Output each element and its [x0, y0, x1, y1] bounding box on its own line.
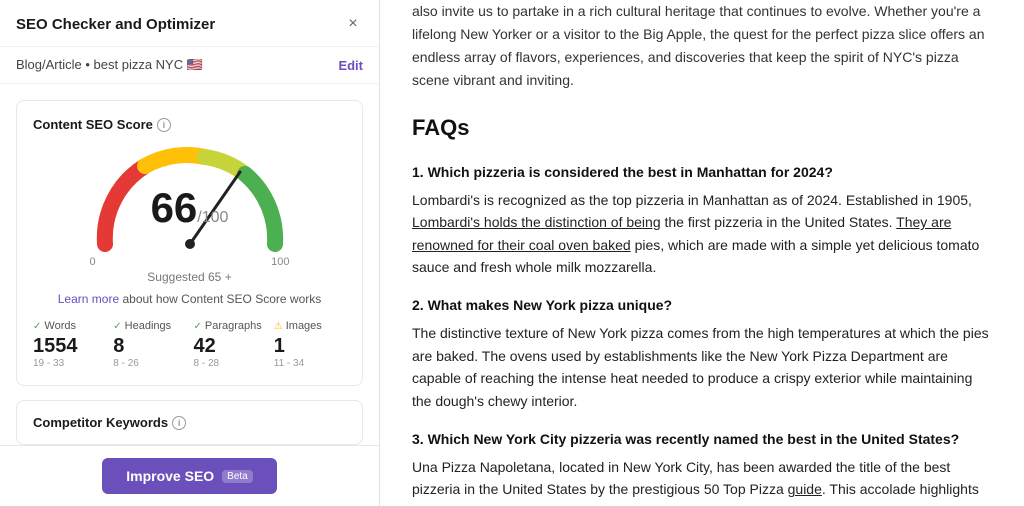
improve-seo-button[interactable]: Improve SEO Beta	[102, 458, 277, 494]
gauge-suggested: Suggested 65 +	[147, 270, 231, 284]
gauge-score-value: 66	[151, 184, 198, 231]
seo-score-section: Content SEO Score i	[16, 100, 363, 386]
faq-question-3: 3. Which New York City pizzeria was rece…	[412, 428, 992, 451]
learn-more-link[interactable]: Learn more	[58, 292, 119, 306]
stat-paragraphs: ✓ Paragraphs 42 8 - 28	[194, 320, 266, 369]
stat-images: ⚠ Images 1 11 - 34	[274, 320, 346, 369]
edit-button[interactable]: Edit	[338, 58, 363, 73]
bottom-bar: Improve SEO Beta	[0, 445, 379, 506]
faq-question-2: 2. What makes New York pizza unique?	[412, 294, 992, 317]
gauge-max-label: 100	[271, 256, 289, 268]
article-intro: also invite us to partake in a rich cult…	[412, 0, 992, 92]
guide-link: guide	[788, 481, 822, 497]
words-range: 19 - 33	[33, 358, 64, 369]
faqs-heading: FAQs	[412, 110, 992, 146]
gauge-container: 66/100 0 100 Suggested 65 + Learn more a…	[33, 144, 346, 306]
faq-answer-3: Una Pizza Napoletana, located in New Yor…	[412, 456, 992, 506]
paragraphs-range: 8 - 28	[194, 358, 220, 369]
images-value: 1	[274, 334, 285, 358]
beta-badge: Beta	[222, 470, 253, 483]
faq-answer-1: Lombardi's is recognized as the top pizz…	[412, 189, 992, 279]
stat-headings: ✓ Headings 8 8 - 26	[113, 320, 185, 369]
lombardi-link-1: Lombardi's holds the distinction of bein…	[412, 214, 661, 230]
faq-item-1: 1. Which pizzeria is considered the best…	[412, 161, 992, 279]
close-button[interactable]: ×	[343, 14, 363, 34]
images-warn-icon: ⚠	[274, 321, 283, 332]
seo-score-label: Content SEO Score i	[33, 117, 346, 132]
paragraphs-value: 42	[194, 334, 216, 358]
images-range: 11 - 34	[274, 358, 304, 369]
stats-grid: ✓ Words 1554 19 - 33 ✓ Headings 8 8 - 26	[33, 320, 346, 369]
headings-check-icon: ✓	[113, 321, 121, 332]
stat-words: ✓ Words 1554 19 - 33	[33, 320, 105, 369]
faq-item-3: 3. Which New York City pizzeria was rece…	[412, 428, 992, 506]
breadcrumb-row: Blog/Article • best pizza NYC 🇺🇸 Edit	[0, 47, 379, 84]
faq-item-2: 2. What makes New York pizza unique? The…	[412, 294, 992, 412]
gauge-learn-more: Learn more about how Content SEO Score w…	[58, 292, 322, 306]
competitor-info-icon[interactable]: i	[172, 416, 186, 430]
article-content: also invite us to partake in a rich cult…	[412, 0, 992, 506]
words-check-icon: ✓	[33, 321, 41, 332]
right-panel: also invite us to partake in a rich cult…	[380, 0, 1024, 506]
gauge-score-unit: /100	[197, 209, 228, 226]
panel-title: SEO Checker and Optimizer	[16, 16, 215, 33]
words-value: 1554	[33, 334, 78, 358]
competitor-label: Competitor Keywords i	[33, 415, 346, 430]
left-panel: SEO Checker and Optimizer × Blog/Article…	[0, 0, 380, 506]
gauge-labels: 0 100	[90, 256, 290, 268]
faq-answer-2: The distinctive texture of New York pizz…	[412, 322, 992, 412]
breadcrumb: Blog/Article • best pizza NYC 🇺🇸	[16, 57, 203, 73]
panel-header: SEO Checker and Optimizer ×	[0, 0, 379, 47]
panel-body: Content SEO Score i	[0, 84, 379, 445]
gauge-min-label: 0	[90, 256, 96, 268]
faq-question-1: 1. Which pizzeria is considered the best…	[412, 161, 992, 184]
headings-range: 8 - 26	[113, 358, 139, 369]
seo-score-info-icon[interactable]: i	[157, 118, 171, 132]
gauge-svg: 66/100	[90, 144, 290, 254]
paragraphs-check-icon: ✓	[194, 321, 202, 332]
headings-value: 8	[113, 334, 124, 358]
competitor-section: Competitor Keywords i	[16, 400, 363, 445]
